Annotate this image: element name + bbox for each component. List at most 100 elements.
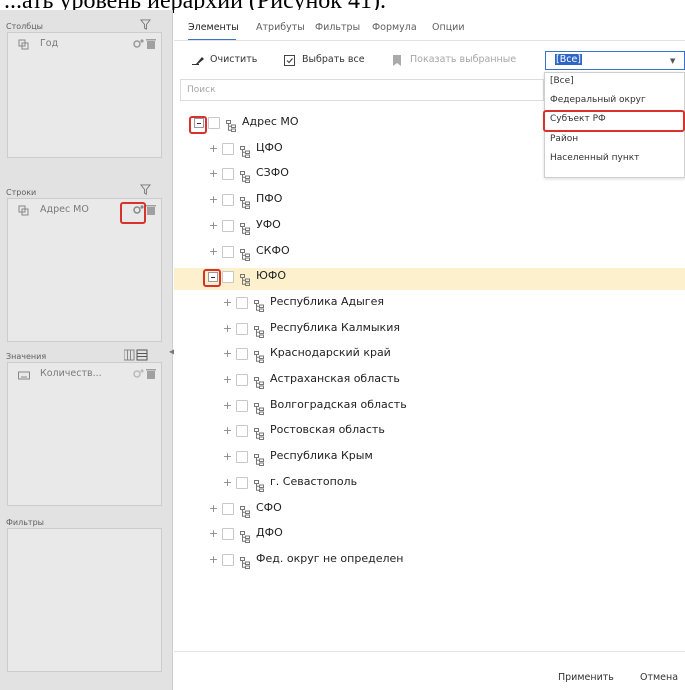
tree-checkbox[interactable]: [222, 143, 234, 155]
tree-checkbox[interactable]: [236, 400, 248, 412]
hierarchy-icon: [254, 451, 265, 466]
tree-checkbox[interactable]: [222, 246, 234, 258]
search-input[interactable]: Поиск: [180, 79, 544, 101]
hierarchy-icon: [240, 554, 251, 569]
tree-node-label: Республика Адыгея: [270, 295, 384, 308]
tree-row[interactable]: + Республика Крым: [174, 448, 685, 470]
tab-options[interactable]: Опции: [432, 22, 465, 33]
expand-icon[interactable]: +: [208, 194, 219, 205]
clear-button[interactable]: Очистить: [192, 54, 262, 68]
tree-row[interactable]: + Краснодарский край: [174, 345, 685, 367]
tree-row[interactable]: + УФО: [174, 217, 685, 239]
tree-checkbox[interactable]: [222, 271, 234, 283]
tree-checkbox[interactable]: [236, 425, 248, 437]
tree-checkbox[interactable]: [236, 323, 248, 335]
tree-row[interactable]: + ДФО: [174, 525, 685, 547]
annotation-highlight: [189, 116, 207, 134]
tab-attributes[interactable]: Атрибуты: [256, 22, 305, 33]
tree-checkbox[interactable]: [222, 168, 234, 180]
expand-icon[interactable]: +: [208, 503, 219, 514]
hierarchy-icon: [240, 503, 251, 518]
tree-row[interactable]: + Волгоградская область: [174, 397, 685, 419]
tree-checkbox[interactable]: [222, 528, 234, 540]
annotation-highlight: [120, 202, 146, 224]
tree-checkbox[interactable]: [208, 117, 220, 129]
tree-row[interactable]: Адрес МО: [174, 114, 685, 136]
tree-row[interactable]: + СФО: [174, 500, 685, 522]
tree-row[interactable]: + Республика Адыгея: [174, 294, 685, 316]
filter-icon[interactable]: [140, 184, 151, 195]
tree-row[interactable]: ЮФО: [174, 268, 685, 290]
expand-icon[interactable]: +: [208, 143, 219, 154]
columns-dropzone[interactable]: Год: [7, 32, 162, 158]
hierarchy-icon: [240, 528, 251, 543]
settings-icon[interactable]: [132, 368, 144, 380]
filters-section-title: Фильтры: [6, 518, 44, 527]
columns-field-item[interactable]: Год: [18, 38, 158, 52]
tree-node-label: Ростовская область: [270, 423, 385, 436]
values-field-item[interactable]: Количеств...: [18, 368, 158, 382]
filter-icon[interactable]: [140, 19, 151, 30]
dropdown-option[interactable]: [Все]: [550, 76, 574, 86]
tree-checkbox[interactable]: [222, 194, 234, 206]
expand-icon[interactable]: +: [208, 168, 219, 179]
tree-checkbox[interactable]: [236, 374, 248, 386]
values-dropzone[interactable]: Количеств...: [7, 362, 162, 506]
expand-icon[interactable]: +: [222, 348, 233, 359]
select-all-button[interactable]: Выбрать все: [284, 54, 374, 68]
tree-row[interactable]: + ЦФО: [174, 140, 685, 162]
expand-icon[interactable]: +: [222, 451, 233, 462]
hierarchy-icon: [240, 271, 251, 286]
tree-checkbox[interactable]: [222, 220, 234, 232]
tree-row[interactable]: + Астраханская область: [174, 371, 685, 393]
eraser-icon: [192, 57, 204, 65]
tree-checkbox[interactable]: [222, 503, 234, 515]
layout-toggle-icon[interactable]: [124, 349, 150, 361]
values-section-title: Значения: [6, 352, 47, 361]
expand-icon[interactable]: +: [222, 374, 233, 385]
hierarchy-icon: [240, 220, 251, 235]
tree-row[interactable]: + СКФО: [174, 243, 685, 265]
tree-row[interactable]: + г. Севастополь: [174, 474, 685, 496]
tree-checkbox[interactable]: [236, 451, 248, 463]
dropdown-option[interactable]: Федеральный округ: [550, 95, 646, 105]
tree-node-label: Астраханская область: [270, 372, 400, 385]
tree-checkbox[interactable]: [222, 554, 234, 566]
tree-node-label: Республика Калмыкия: [270, 321, 400, 334]
trash-icon[interactable]: [146, 368, 156, 380]
expand-icon[interactable]: +: [208, 554, 219, 565]
tree-row[interactable]: + Фед. округ не определен: [174, 551, 685, 573]
tree-node-label: СКФО: [256, 244, 290, 257]
tree-row[interactable]: + ПФО: [174, 191, 685, 213]
cancel-button[interactable]: Отмена: [640, 672, 678, 683]
tree-row[interactable]: + Ростовская область: [174, 422, 685, 444]
expand-icon[interactable]: +: [222, 425, 233, 436]
hierarchy-level-select[interactable]: [Все] ▼: [545, 51, 685, 70]
trash-icon[interactable]: [146, 204, 156, 216]
trash-icon[interactable]: [146, 38, 156, 50]
expand-icon[interactable]: +: [222, 400, 233, 411]
expand-icon[interactable]: +: [208, 220, 219, 231]
expand-icon[interactable]: +: [208, 246, 219, 257]
tab-formula[interactable]: Формула: [372, 22, 417, 33]
annotation-highlight: [203, 269, 221, 287]
tab-filters[interactable]: Фильтры: [315, 22, 360, 33]
tab-elements[interactable]: Элементы: [188, 22, 239, 33]
show-selected-button[interactable]: Показать выбранные: [392, 54, 522, 68]
measure-icon: [18, 371, 30, 380]
settings-icon[interactable]: [132, 38, 144, 50]
expand-icon[interactable]: +: [208, 528, 219, 539]
expand-icon[interactable]: +: [222, 297, 233, 308]
hierarchy-icon: [254, 297, 265, 312]
filters-dropzone[interactable]: [7, 528, 162, 672]
tree-row[interactable]: + СЗФО: [174, 165, 685, 187]
hierarchy-icon: [254, 477, 265, 492]
tree-checkbox[interactable]: [236, 477, 248, 489]
expand-icon[interactable]: +: [222, 477, 233, 488]
dimension-icon: [18, 205, 29, 216]
tree-checkbox[interactable]: [236, 297, 248, 309]
apply-button[interactable]: Применить: [558, 672, 614, 683]
tree-checkbox[interactable]: [236, 348, 248, 360]
tree-row[interactable]: + Республика Калмыкия: [174, 320, 685, 342]
expand-icon[interactable]: +: [222, 323, 233, 334]
